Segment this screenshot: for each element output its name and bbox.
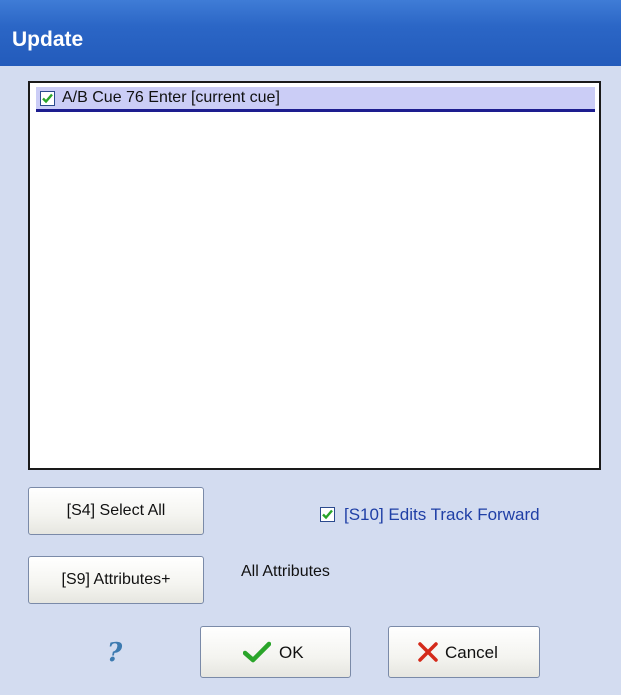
- ok-button[interactable]: OK: [200, 626, 351, 678]
- cue-list[interactable]: A/B Cue 76 Enter [current cue]: [28, 81, 601, 470]
- ok-label: OK: [279, 643, 304, 662]
- attributes-button[interactable]: [S9] Attributes+: [28, 556, 204, 604]
- checkmark-icon: [42, 93, 53, 104]
- cancel-button[interactable]: Cancel: [388, 626, 540, 678]
- list-item[interactable]: A/B Cue 76 Enter [current cue]: [36, 87, 595, 112]
- check-icon: [242, 641, 272, 668]
- cue-checkbox[interactable]: [40, 91, 55, 106]
- update-dialog: Update A/B Cue 76 Enter [current cue] [S…: [0, 0, 621, 695]
- checkmark-icon: [322, 509, 333, 520]
- track-forward-checkbox[interactable]: [320, 507, 335, 522]
- track-forward-label: [S10] Edits Track Forward: [344, 505, 540, 524]
- list-item-label: A/B Cue 76 Enter [current cue]: [62, 89, 280, 106]
- attributes-value: All Attributes: [241, 563, 330, 580]
- close-icon: [417, 641, 439, 668]
- cancel-label: Cancel: [445, 643, 498, 662]
- help-icon[interactable]: ?: [107, 638, 122, 668]
- select-all-button[interactable]: [S4] Select All: [28, 487, 204, 535]
- title-bar[interactable]: Update: [0, 0, 621, 66]
- window-title: Update: [12, 28, 84, 51]
